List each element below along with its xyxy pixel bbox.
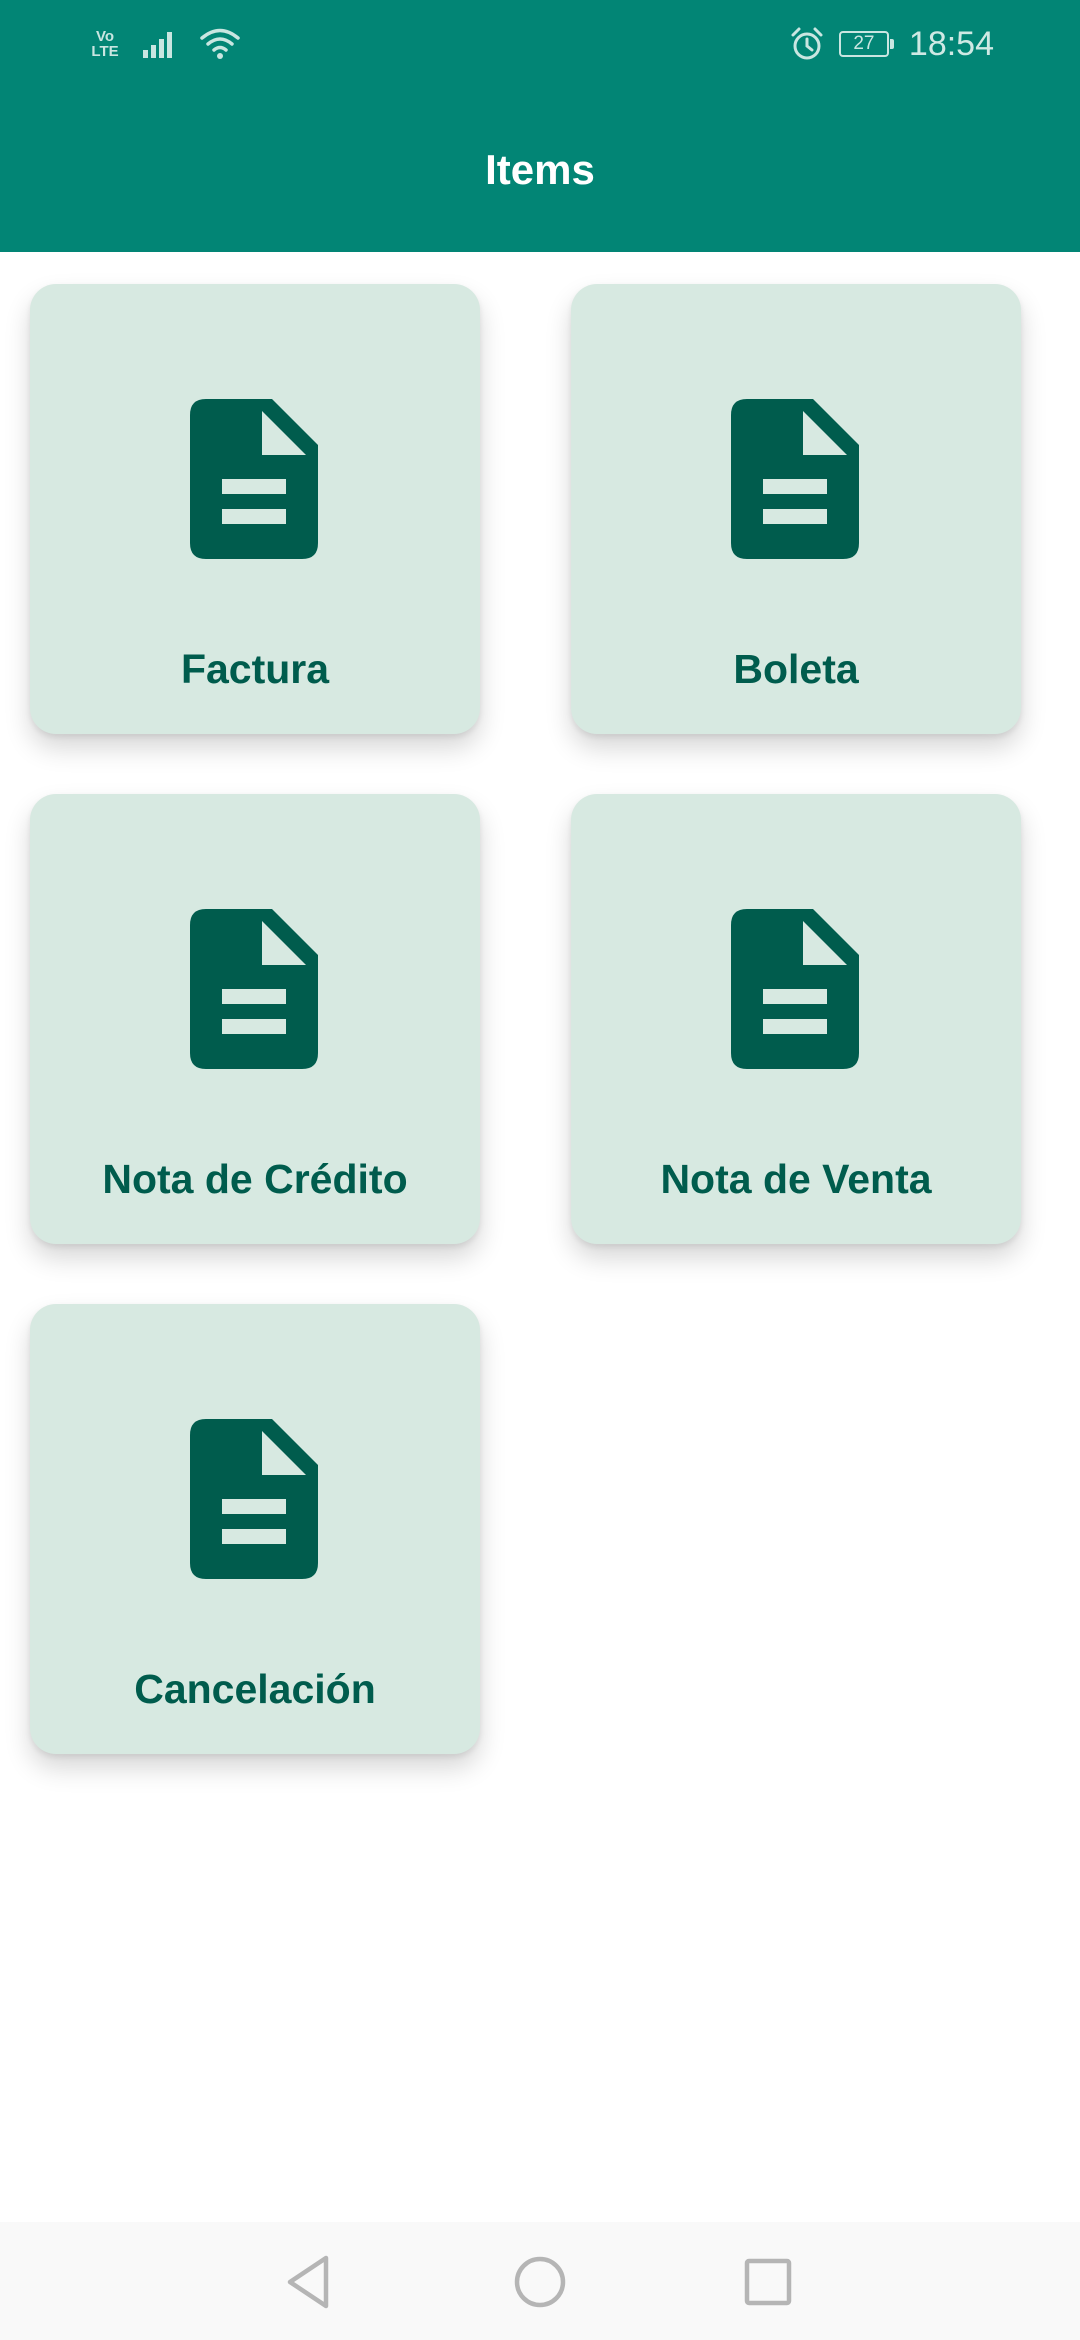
status-time: 18:54 <box>908 25 994 63</box>
document-icon <box>731 909 859 1069</box>
home-icon[interactable] <box>510 2252 570 2312</box>
recents-icon[interactable] <box>738 2252 798 2312</box>
app-header: Vo LTE 27 18:54 Items <box>0 0 1080 252</box>
status-bar-left: Vo LTE <box>90 24 240 64</box>
item-label: Factura <box>180 646 330 692</box>
status-bar: Vo LTE 27 18:54 <box>0 0 1080 86</box>
item-label: Nota de Crédito <box>102 1156 408 1202</box>
item-card-boleta[interactable]: Boleta <box>571 284 1021 734</box>
battery-icon: 27 <box>838 31 894 57</box>
navigation-bar <box>0 2222 1080 2340</box>
alarm-icon <box>791 27 823 60</box>
item-label: Boleta <box>733 646 859 692</box>
document-icon <box>190 1419 318 1579</box>
item-label: Nota de Venta <box>660 1156 932 1202</box>
item-label: Cancelación <box>134 1666 376 1712</box>
page-title: Items <box>485 146 595 193</box>
item-card-cancelacion[interactable]: Cancelación <box>30 1304 480 1754</box>
battery-level: 27 <box>853 33 875 54</box>
document-icon <box>190 399 318 559</box>
volte-line-1: Vo <box>95 28 115 45</box>
app-screen: Vo LTE 27 18:54 Items Factura Boleta Not… <box>0 0 1080 2340</box>
item-card-nota-de-credito[interactable]: Nota de Crédito <box>30 794 480 1244</box>
volte-icon: Vo LTE <box>90 29 120 59</box>
item-card-factura[interactable]: Factura <box>30 284 480 734</box>
signal-icon <box>143 32 172 58</box>
back-icon[interactable] <box>278 2252 338 2312</box>
document-icon <box>731 399 859 559</box>
document-icon <box>190 909 318 1069</box>
item-card-nota-de-venta[interactable]: Nota de Venta <box>571 794 1021 1244</box>
status-bar-right: 27 18:54 <box>789 22 994 66</box>
wifi-icon <box>200 28 240 59</box>
volte-line-2: LTE <box>91 43 119 60</box>
